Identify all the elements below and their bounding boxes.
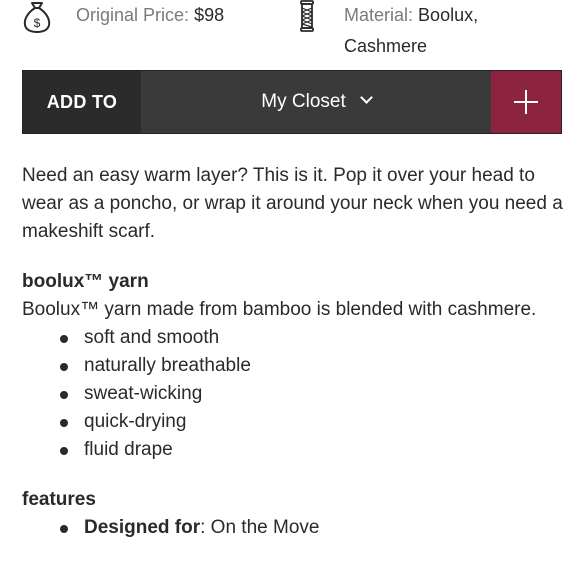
list-item: quick-drying [22,408,567,436]
price-value: $98 [194,5,225,25]
feature-value: : On the Move [200,517,320,538]
material-value: Boolux, [418,5,479,25]
money-bag-icon: $ [22,0,52,34]
features-heading: features [22,489,96,510]
list-item: fluid drape [22,436,567,464]
add-to-closet-button[interactable] [491,71,561,133]
feature-label: Designed for [84,517,201,538]
svg-text:$: $ [34,16,41,30]
product-info-row: $ Original Price: $98 Material: Boolux, … [0,0,580,70]
closet-selected-value: My Closet [261,91,346,112]
yarn-heading: boolux™ yarn [22,271,149,292]
list-item: soft and smooth [22,324,567,352]
yarn-text: Boolux™ yarn made from bamboo is blended… [22,299,537,320]
material-label: Material: [344,5,414,25]
add-to-label: ADD TO [23,71,141,133]
product-description: Need an easy warm layer? This is it. Pop… [22,162,567,542]
material-value-line2: Cashmere [344,36,428,56]
original-price: $ Original Price: $98 [22,0,224,34]
description-text: Need an easy warm layer? This is it. Pop… [22,165,563,242]
material-info: Material: Boolux, Cashmere [296,0,478,56]
list-item: naturally breathable [22,352,567,380]
chevron-down-icon [359,91,373,104]
list-item: sweat-wicking [22,380,567,408]
add-to-closet-bar: ADD TO My Closet [22,70,562,134]
yarn-bullet-list: soft and smooth naturally breathable swe… [22,324,567,464]
price-label: Original Price: [76,5,190,25]
features-list: Designed for: On the Move [22,514,567,542]
closet-dropdown[interactable]: My Closet [141,71,491,133]
yarn-spool-icon [296,0,326,34]
list-item: Designed for: On the Move [22,514,567,542]
